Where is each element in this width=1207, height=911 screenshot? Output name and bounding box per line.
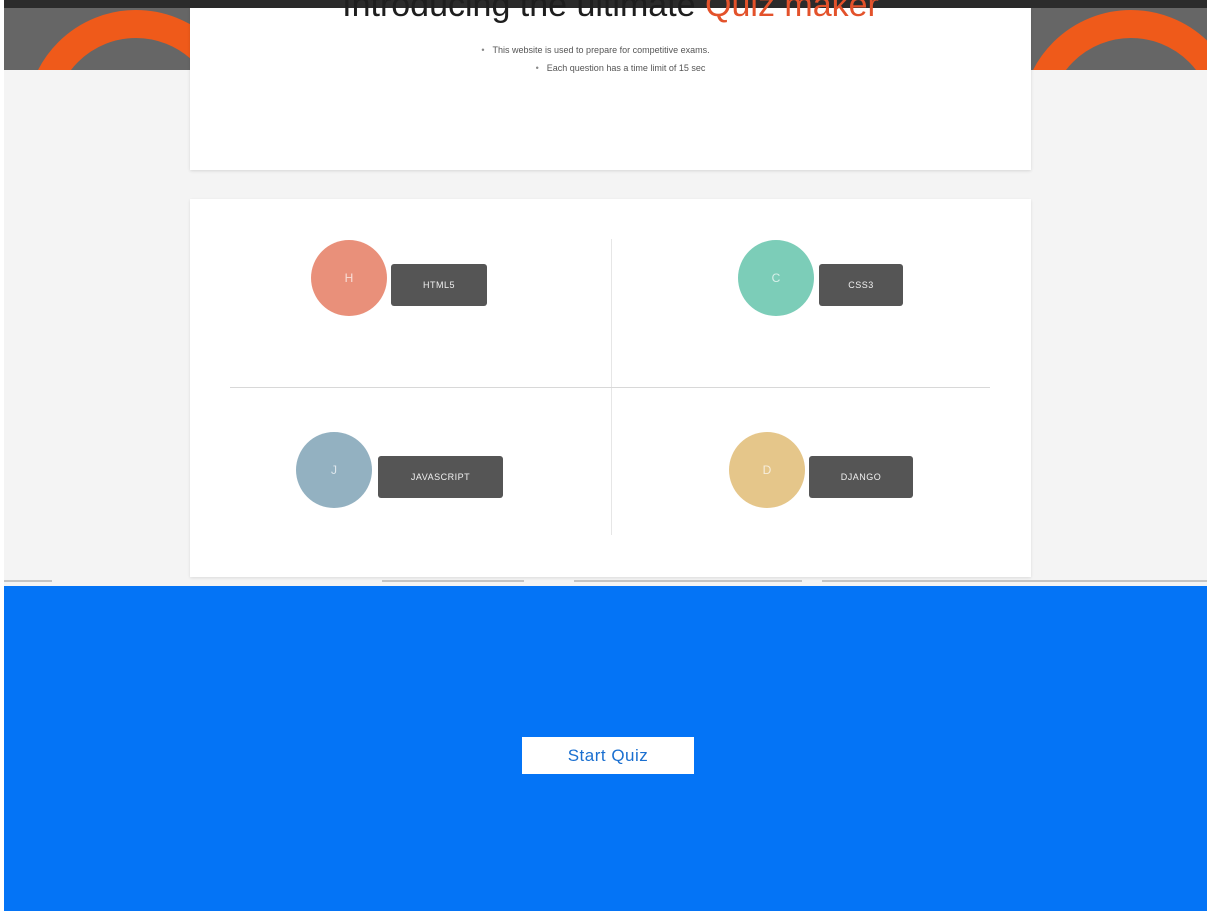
css3-button[interactable]: CSS3 — [819, 264, 903, 306]
left-edge — [0, 0, 4, 911]
django-icon: D — [729, 432, 805, 508]
intro-card: Introducing the ultimate Quiz maker This… — [190, 0, 1031, 170]
divider-segment — [822, 580, 1207, 582]
bullet-item: This website is used to prepare for comp… — [160, 45, 1031, 55]
title-prefix: Introducing the ultimate — [342, 0, 706, 24]
grid-divider-horizontal — [230, 387, 990, 388]
ring-decoration — [1031, 10, 1207, 70]
css3-glyph: C — [771, 271, 781, 285]
html5-glyph: H — [344, 271, 354, 285]
divider-segment — [382, 580, 524, 582]
css3-icon: C — [738, 240, 814, 316]
start-quiz-button[interactable]: Start Quiz — [522, 737, 694, 774]
banner-decoration-left — [4, 8, 190, 70]
title-accent: Quiz maker — [705, 0, 879, 24]
topic-grid: H HTML5 C CSS3 J JAVASCRIPT D DJANGO — [190, 199, 1031, 577]
html5-button[interactable]: HTML5 — [391, 264, 487, 306]
page-title: Introducing the ultimate Quiz maker — [190, 0, 1031, 25]
intro-bullets: This website is used to prepare for comp… — [190, 45, 1031, 81]
banner-decoration-right — [1031, 8, 1207, 70]
javascript-icon: J — [296, 432, 372, 508]
divider-segment — [4, 580, 52, 582]
divider-segment — [574, 580, 802, 582]
html5-icon: H — [311, 240, 387, 316]
start-panel: Start Quiz — [4, 586, 1207, 911]
django-button[interactable]: DJANGO — [809, 456, 913, 498]
javascript-glyph: J — [331, 463, 337, 477]
django-glyph: D — [762, 463, 772, 477]
bullet-item: Each question has a time limit of 15 sec — [210, 63, 1031, 73]
javascript-button[interactable]: JAVASCRIPT — [378, 456, 503, 498]
divider-strip — [0, 578, 1207, 586]
ring-decoration — [26, 10, 190, 70]
